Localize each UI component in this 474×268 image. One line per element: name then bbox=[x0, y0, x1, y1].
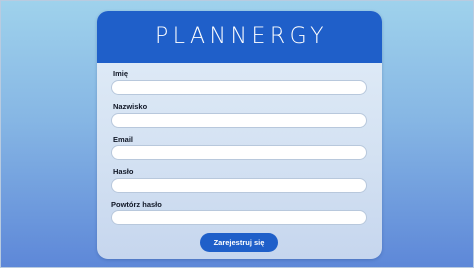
brand-logo: PLANNERGY bbox=[154, 24, 329, 49]
repeat-password-label: Powtórz hasło bbox=[111, 200, 162, 209]
card-header: PLANNERGY bbox=[97, 11, 382, 63]
email-input[interactable] bbox=[111, 145, 367, 160]
password-input[interactable] bbox=[111, 178, 367, 193]
register-button[interactable]: Zarejestruj się bbox=[200, 233, 278, 252]
repeat-password-input[interactable] bbox=[111, 210, 367, 225]
first-name-label: Imię bbox=[113, 69, 129, 78]
password-label: Hasło bbox=[113, 167, 134, 176]
last-name-label: Nazwisko bbox=[113, 102, 148, 111]
last-name-input[interactable] bbox=[111, 113, 367, 128]
first-name-input[interactable] bbox=[111, 80, 367, 95]
email-label: Email bbox=[113, 135, 134, 144]
